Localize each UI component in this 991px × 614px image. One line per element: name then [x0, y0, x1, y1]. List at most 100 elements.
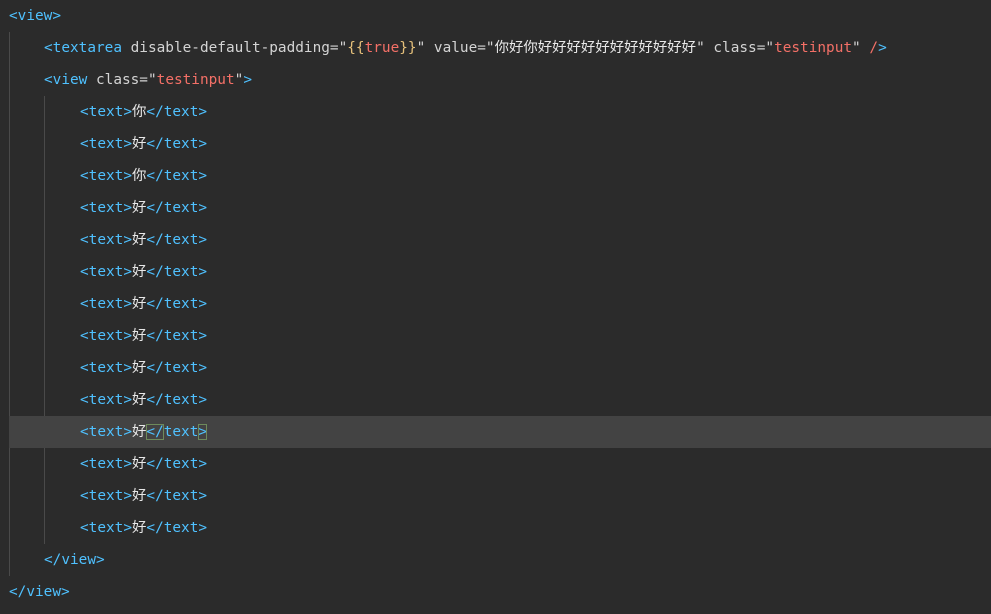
code-line[interactable]: <text>好</text> — [0, 512, 991, 544]
code-editor[interactable]: <view> <textarea disable-default-padding=… — [0, 0, 991, 614]
token-brace: }} — [399, 40, 417, 56]
code-line-content: <text>好</text> — [80, 352, 207, 384]
text-content: 好 — [132, 296, 147, 312]
code-line-content: <text>好</text> — [80, 320, 207, 352]
code-line-content: <view> — [9, 0, 61, 32]
token-punc: > — [123, 232, 132, 248]
text-content: 好 — [132, 328, 147, 344]
token-punc: </ — [146, 136, 164, 152]
code-line[interactable]: <text>好</text> — [0, 288, 991, 320]
token-punc: </ — [44, 552, 62, 568]
token-str: testinput — [774, 40, 853, 56]
code-line-content: </view> — [9, 576, 70, 608]
token-punc: < — [80, 296, 89, 312]
code-line[interactable]: <text>好</text> — [0, 448, 991, 480]
token-punc: > — [123, 200, 132, 216]
token-punc: < — [80, 456, 89, 472]
token-tag: text — [163, 520, 199, 536]
code-line-content: <text>好</text> — [80, 416, 208, 448]
token-punc: </ — [146, 296, 164, 312]
token-punc: </ — [146, 264, 164, 280]
token-tag: text — [88, 168, 124, 184]
code-line[interactable]: <text>好</text> — [0, 384, 991, 416]
token-tag: view — [52, 72, 88, 88]
token-attr: disable-default-padding= — [121, 40, 339, 56]
token-punc: > — [123, 360, 132, 376]
token-tag: text — [88, 520, 124, 536]
code-line[interactable]: <text>好</text> — [0, 352, 991, 384]
code-line[interactable]: <text>好</text> — [0, 128, 991, 160]
text-content: 好 — [132, 456, 147, 472]
token-punc: < — [80, 264, 89, 280]
token-tag: text — [163, 296, 199, 312]
token-tag: text — [163, 200, 199, 216]
code-line-content: <text>好</text> — [80, 288, 207, 320]
token-kw: true — [364, 40, 400, 56]
code-line[interactable]: <textarea disable-default-padding="{{tru… — [0, 32, 991, 64]
code-line[interactable]: <text>你</text> — [0, 160, 991, 192]
bracket-match-close: > — [198, 424, 208, 440]
token-punc: > — [123, 264, 132, 280]
token-plain: " — [147, 72, 157, 88]
code-line[interactable]: <text>好</text> — [0, 320, 991, 352]
token-tag: text — [163, 488, 199, 504]
token-punc: > — [198, 328, 208, 344]
code-line[interactable]: <text>你</text> — [0, 96, 991, 128]
token-tag: text — [88, 488, 124, 504]
token-punc: > — [243, 72, 252, 88]
token-punc: > — [123, 488, 132, 504]
token-punc: < — [80, 360, 89, 376]
code-line[interactable]: <view class="testinput"> — [0, 64, 991, 96]
code-line-content: <view class="testinput"> — [44, 64, 252, 96]
token-punc: > — [123, 392, 132, 408]
token-punc: > — [198, 360, 208, 376]
code-line-content: <text>好</text> — [80, 384, 207, 416]
token-plain: " — [765, 40, 775, 56]
token-punc: > — [198, 136, 208, 152]
text-content: 好 — [132, 200, 147, 216]
code-line[interactable]: <text>好</text> — [9, 416, 991, 448]
token-plain: " — [485, 40, 495, 56]
token-punc: > — [878, 40, 887, 56]
token-tag: text — [88, 296, 124, 312]
code-line-content: <text>好</text> — [80, 512, 207, 544]
token-punc: </ — [146, 328, 164, 344]
token-punc: > — [123, 168, 132, 184]
token-tag: text — [163, 456, 199, 472]
token-tag: text — [163, 264, 199, 280]
token-tag: view — [17, 8, 53, 24]
token-tag: text — [88, 232, 124, 248]
code-line[interactable]: <text>好</text> — [0, 480, 991, 512]
token-punc: < — [44, 72, 53, 88]
token-punc: < — [80, 136, 89, 152]
token-punc: > — [198, 488, 208, 504]
code-line[interactable]: <text>好</text> — [0, 192, 991, 224]
code-line[interactable]: </view> — [0, 576, 991, 608]
token-punc: </ — [146, 488, 164, 504]
token-punc: </ — [146, 392, 164, 408]
token-plain: " — [416, 40, 426, 56]
token-punc: > — [198, 232, 208, 248]
code-line-content: <text>好</text> — [80, 224, 207, 256]
code-line[interactable]: <view> — [0, 0, 991, 32]
token-tag: text — [163, 168, 199, 184]
code-line[interactable]: <text>好</text> — [0, 224, 991, 256]
token-tag: text — [88, 264, 124, 280]
token-punc: </ — [146, 168, 164, 184]
code-line-content: <text>你</text> — [80, 96, 207, 128]
text-content: 你 — [132, 168, 147, 184]
code-line-content: <text>好</text> — [80, 480, 207, 512]
token-punc: > — [198, 104, 208, 120]
token-punc: > — [198, 296, 208, 312]
token-punc: > — [198, 392, 208, 408]
token-tag: text — [88, 200, 124, 216]
token-punc: > — [123, 296, 132, 312]
text-content: 好 — [132, 520, 147, 536]
token-punc: > — [52, 8, 61, 24]
code-line[interactable]: <text>好</text> — [0, 256, 991, 288]
token-tag: text — [88, 328, 124, 344]
token-punc: < — [80, 168, 89, 184]
token-punc: </ — [146, 520, 164, 536]
code-line[interactable]: </view> — [0, 544, 991, 576]
token-punc: > — [198, 168, 208, 184]
